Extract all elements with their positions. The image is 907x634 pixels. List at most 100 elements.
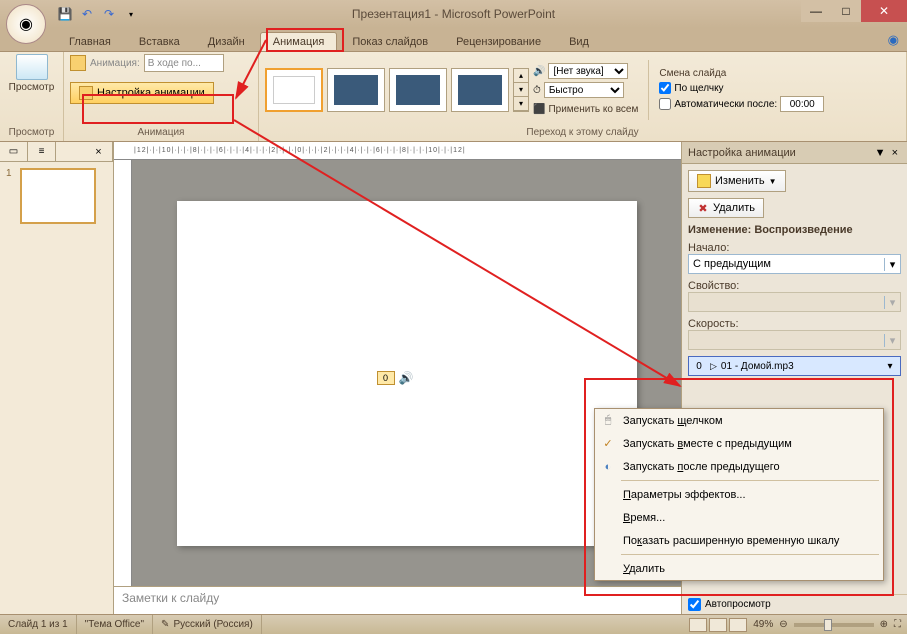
start-combo[interactable]: С предыдущим ▾ — [688, 254, 901, 274]
zoom-out-icon[interactable]: ⊖ — [779, 619, 787, 630]
change-effect-button[interactable]: Изменить ▼ — [688, 170, 786, 192]
ctx-start-on-click[interactable]: 🖱 Запускать щелчком — [595, 409, 883, 432]
tab-slideshow[interactable]: Показ слайдов — [339, 32, 441, 51]
tab-insert[interactable]: Вставка — [126, 32, 193, 51]
zoom-slider[interactable] — [794, 623, 874, 627]
preview-icon — [16, 54, 48, 80]
speaker-icon: 🔊 — [399, 371, 414, 385]
ctx-show-timeline[interactable]: Показать расширенную временную шкалу — [595, 529, 883, 552]
autoplay-checkbox[interactable] — [688, 598, 701, 611]
transition-more[interactable]: ▴▾▾ — [513, 68, 529, 112]
effect-dropdown-icon[interactable]: ▾ — [883, 361, 897, 372]
title-bar: ◉ 💾 ↶ ↷ ▾ Презентация1 - Microsoft Power… — [0, 0, 907, 28]
window-controls: — □ ✕ — [801, 0, 907, 22]
chevron-down-icon[interactable]: ▾ — [884, 258, 900, 271]
effect-list-item[interactable]: 0 ▷ 01 - Домой.mp3 ▾ — [688, 356, 901, 376]
sound-icon: 🔊 — [533, 66, 545, 77]
slide-change-group: Смена слайда По щелчку Автоматически пос… — [659, 68, 824, 112]
property-combo: ▾ — [688, 292, 901, 312]
animation-icon — [70, 55, 86, 71]
vertical-ruler — [114, 160, 132, 586]
apply-all-icon: ⬛ — [533, 104, 545, 115]
apply-to-all-button[interactable]: ⬛ Применить ко всем — [533, 100, 638, 118]
ctx-timing[interactable]: Время... — [595, 506, 883, 529]
redo-icon[interactable]: ↷ — [100, 5, 118, 23]
pane-title: Настройка анимации — [688, 147, 872, 159]
thumb-number: 1 — [6, 168, 16, 224]
play-icon: ▷ — [710, 361, 717, 372]
separator — [621, 554, 879, 555]
tab-design[interactable]: Дизайн — [195, 32, 258, 51]
preview-button[interactable]: Просмотр — [4, 54, 60, 93]
ctx-remove[interactable]: Удалить — [595, 557, 883, 580]
transition-options: 🔊 [Нет звука] ⏱ Быстро ⬛ Применить ко вс… — [533, 62, 638, 118]
auto-after-checkbox[interactable]: Автоматически после: — [659, 96, 824, 112]
language-indicator[interactable]: ✎ Русский (Россия) — [153, 615, 262, 634]
slides-tab[interactable]: ▭ — [0, 142, 28, 161]
group-animation-label: Анимация — [70, 126, 252, 139]
tab-animation[interactable]: Анимация — [260, 32, 338, 51]
spellcheck-icon: ✎ — [161, 619, 169, 630]
normal-view-button[interactable] — [689, 618, 707, 632]
auto-time-input[interactable] — [780, 96, 824, 112]
transition-item-4[interactable] — [451, 68, 509, 112]
help-icon[interactable]: ◉ — [888, 32, 899, 48]
custom-animation-button[interactable]: Настройка анимации — [70, 82, 214, 104]
property-label: Свойство: — [688, 280, 901, 292]
zoom-in-icon[interactable]: ⊕ — [880, 619, 888, 630]
on-click-checkbox[interactable]: По щелчку — [659, 82, 824, 94]
sound-combo[interactable]: [Нет звука] — [548, 63, 628, 79]
mouse-icon: 🖱 — [600, 413, 616, 429]
undo-icon[interactable]: ↶ — [78, 5, 96, 23]
qat-dropdown-icon[interactable]: ▾ — [122, 5, 140, 23]
animation-combo[interactable] — [144, 54, 224, 72]
group-transition-label: Переход к этому слайду — [265, 126, 900, 139]
slideshow-view-button[interactable] — [729, 618, 747, 632]
panel-close-icon[interactable]: × — [85, 142, 113, 161]
window-title: Презентация1 - Microsoft PowerPoint — [352, 7, 555, 21]
tab-home[interactable]: Главная — [56, 32, 124, 51]
ribbon-tabs: Главная Вставка Дизайн Анимация Показ сл… — [0, 28, 907, 52]
tab-view[interactable]: Вид — [556, 32, 602, 51]
sorter-view-button[interactable] — [709, 618, 727, 632]
ribbon: Просмотр Просмотр Анимация: Настройка ан… — [0, 52, 907, 142]
ctx-start-after-prev[interactable]: ◐ Запускать после предыдущего — [595, 455, 883, 478]
slide[interactable]: 0 🔊 — [177, 201, 637, 546]
transition-gallery: ▴▾▾ — [265, 68, 529, 112]
pane-close-icon[interactable]: × — [889, 147, 901, 159]
notes-pane[interactable]: Заметки к слайду — [114, 586, 681, 614]
slide-change-header: Смена слайда — [659, 68, 824, 79]
speed-icon: ⏱ — [533, 85, 541, 96]
delete-effect-button[interactable]: ✖ Удалить — [688, 198, 764, 218]
save-icon[interactable]: 💾 — [56, 5, 74, 23]
start-label: Начало: — [688, 242, 901, 254]
zoom-value: 49% — [753, 619, 773, 630]
animation-label: Анимация: — [90, 58, 140, 69]
slide-indicator: Слайд 1 из 1 — [0, 615, 77, 634]
status-bar: Слайд 1 из 1 "Тема Office" ✎ Русский (Ро… — [0, 614, 907, 634]
ctx-start-with-prev[interactable]: ✓ Запускать вместе с предыдущим — [595, 432, 883, 455]
minimize-button[interactable]: — — [801, 0, 831, 22]
outline-tab[interactable]: ≡ — [28, 142, 56, 161]
media-object[interactable]: 0 🔊 — [377, 371, 414, 385]
pane-dropdown-icon[interactable]: ▼ — [872, 147, 889, 159]
effect-context-menu: 🖱 Запускать щелчком ✓ Запускать вместе с… — [594, 408, 884, 581]
autoplay-label: Автопросмотр — [705, 599, 771, 610]
transition-item-2[interactable] — [327, 68, 385, 112]
tab-review[interactable]: Рецензирование — [443, 32, 554, 51]
maximize-button[interactable]: □ — [831, 0, 861, 22]
transition-item-3[interactable] — [389, 68, 447, 112]
speed-combo[interactable]: Быстро — [544, 82, 624, 98]
fit-window-icon[interactable]: ⛶ — [894, 619, 901, 630]
slides-panel: ▭ ≡ × 1 — [0, 142, 114, 614]
ctx-effect-params[interactable]: Параметры эффектов... — [595, 483, 883, 506]
effect-section-header: Изменение: Воспроизведение — [688, 224, 901, 236]
horizontal-ruler: |12|·|·|10|·|·|·|8|·|·|·|6|·|·|·|4|·|·|·… — [114, 142, 681, 160]
close-button[interactable]: ✕ — [861, 0, 907, 22]
office-button[interactable]: ◉ — [6, 4, 46, 44]
slide-thumbnail-1[interactable] — [20, 168, 96, 224]
effect-name: 01 - Домой.mp3 — [721, 361, 794, 372]
speed-label-pane: Скорость: — [688, 318, 901, 330]
transition-none[interactable] — [265, 68, 323, 112]
delete-icon: ✖ — [697, 202, 709, 214]
